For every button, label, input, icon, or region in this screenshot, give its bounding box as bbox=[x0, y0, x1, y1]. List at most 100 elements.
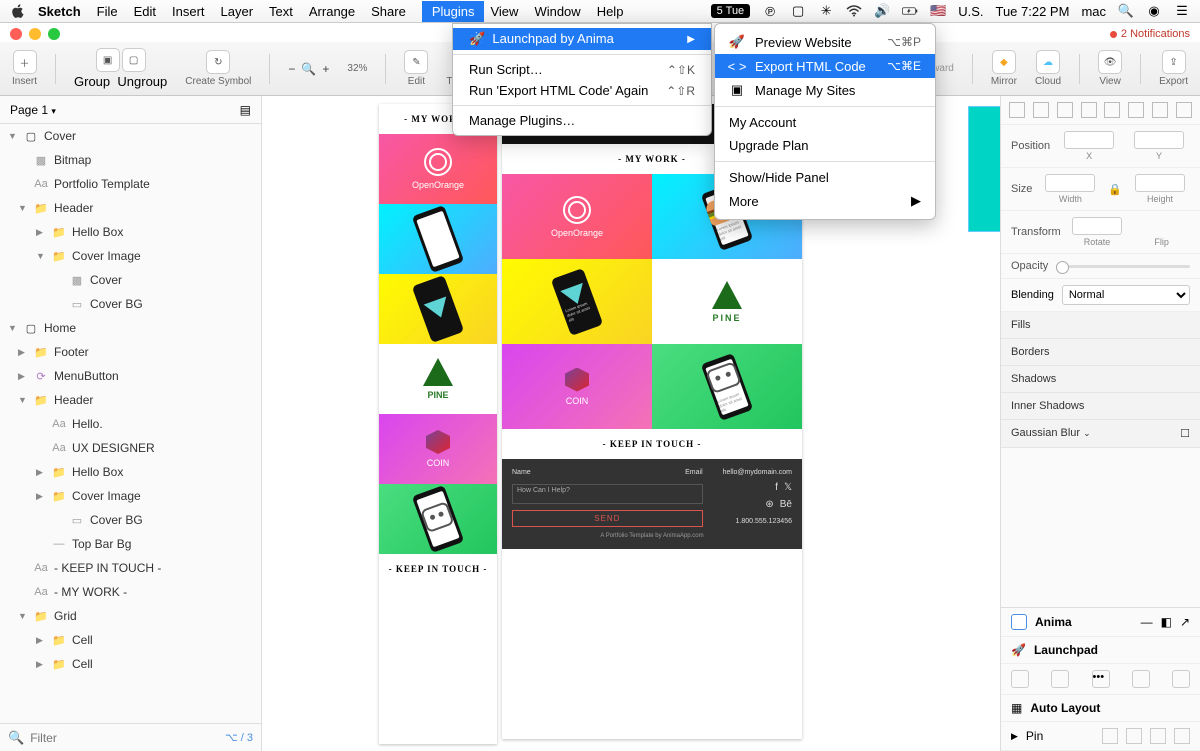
zoom-control[interactable]: − 🔍 + bbox=[288, 62, 329, 76]
minimize-window-button[interactable] bbox=[29, 28, 41, 40]
airplay-icon[interactable]: ▢ bbox=[790, 3, 806, 19]
more-item[interactable]: More ▶ bbox=[715, 189, 935, 213]
y-input[interactable] bbox=[1134, 131, 1184, 149]
disclosure-triangle-icon[interactable]: ▶ bbox=[36, 635, 46, 646]
panel-toggle-icon[interactable]: ▤ bbox=[240, 103, 251, 117]
disclosure-triangle-icon[interactable]: ▶ bbox=[18, 371, 28, 382]
artboard-mobile[interactable]: - MY WORK - OpenOrange PINE COIN - KEEP … bbox=[379, 104, 497, 744]
layer-row[interactable]: Aa- MY WORK - bbox=[0, 580, 261, 604]
width-input[interactable] bbox=[1045, 174, 1095, 192]
lp-icon-5[interactable] bbox=[1172, 670, 1190, 688]
opacity-slider[interactable] bbox=[1056, 265, 1190, 268]
manage-sites-item[interactable]: ▣ Manage My Sites bbox=[715, 78, 935, 102]
align-left-button[interactable] bbox=[1009, 102, 1025, 118]
autolayout-row[interactable]: ▦ Auto Layout bbox=[1001, 695, 1200, 722]
apple-icon[interactable] bbox=[10, 3, 26, 19]
siri-icon[interactable]: ◉ bbox=[1146, 3, 1162, 19]
inner-shadows-header[interactable]: Inner Shadows bbox=[1001, 393, 1200, 420]
bluetooth-icon[interactable]: ✳ bbox=[818, 3, 834, 19]
pin-box-3[interactable] bbox=[1150, 728, 1166, 744]
facebook-icon[interactable]: f bbox=[775, 482, 778, 493]
disclosure-triangle-icon[interactable]: ▶ bbox=[18, 347, 28, 358]
group-button[interactable]: ▣ bbox=[96, 48, 120, 72]
x-input[interactable] bbox=[1064, 131, 1114, 149]
gaussian-blur-header[interactable]: Gaussian Blur ⌄☐ bbox=[1001, 420, 1200, 448]
fills-header[interactable]: Fills bbox=[1001, 312, 1200, 339]
flag-icon[interactable]: 🇺🇸 bbox=[930, 3, 946, 19]
ungroup-button[interactable]: ▢ bbox=[122, 48, 146, 72]
layer-row[interactable]: AaPortfolio Template bbox=[0, 172, 261, 196]
layer-row[interactable]: ▶📁Cell bbox=[0, 628, 261, 652]
dropdown-icon[interactable]: ⌄ bbox=[1083, 428, 1091, 438]
layer-row[interactable]: —Top Bar Bg bbox=[0, 532, 261, 556]
list-icon[interactable]: ☰ bbox=[1174, 3, 1190, 19]
manage-plugins-item[interactable]: Manage Plugins… bbox=[453, 110, 711, 131]
layer-row[interactable]: AaUX DESIGNER bbox=[0, 436, 261, 460]
twitter-icon[interactable]: 𝕏 bbox=[784, 482, 792, 493]
panel-toggle-icon[interactable]: ◧ bbox=[1161, 615, 1172, 629]
layer-row[interactable]: ▶📁Footer bbox=[0, 340, 261, 364]
height-input[interactable] bbox=[1135, 174, 1185, 192]
menu-plugins[interactable]: Plugins bbox=[422, 1, 485, 22]
dribbble-icon[interactable]: ⊛ bbox=[765, 499, 773, 510]
view-button[interactable]: 👁View bbox=[1098, 50, 1122, 87]
clock-label[interactable]: Tue 7:22 PM bbox=[995, 4, 1069, 19]
menu-file[interactable]: File bbox=[97, 4, 118, 19]
user-label[interactable]: mac bbox=[1081, 4, 1106, 19]
disclosure-triangle-icon[interactable]: ▼ bbox=[8, 323, 18, 333]
shadows-header[interactable]: Shadows bbox=[1001, 366, 1200, 393]
plugin-launchpad-item[interactable]: 🚀 Launchpad by Anima ▶ bbox=[453, 28, 711, 50]
layer-row[interactable]: ▼▢Home bbox=[0, 316, 261, 340]
disclosure-triangle-icon[interactable]: ▼ bbox=[18, 395, 28, 405]
send-button[interactable]: SEND bbox=[512, 510, 703, 527]
disclosure-triangle-icon[interactable]: ▼ bbox=[18, 611, 28, 621]
layer-row[interactable]: ▶📁Hello Box bbox=[0, 220, 261, 244]
menu-layer[interactable]: Layer bbox=[221, 4, 254, 19]
zoom-out-icon[interactable]: − bbox=[288, 62, 295, 76]
notifications-indicator[interactable]: 2 Notifications bbox=[1110, 28, 1190, 40]
help-input[interactable]: How Can I Help? bbox=[512, 484, 703, 504]
blending-select[interactable]: Normal bbox=[1062, 285, 1190, 305]
flip-v-button[interactable] bbox=[1163, 217, 1183, 235]
menu-view[interactable]: View bbox=[490, 4, 518, 19]
lp-icon-1[interactable] bbox=[1011, 670, 1029, 688]
mirror-button[interactable]: ◆Mirror bbox=[991, 50, 1017, 87]
disclosure-triangle-icon[interactable]: ▶ bbox=[36, 659, 46, 670]
page-selector[interactable]: Page 1 ▾ ▤ bbox=[0, 96, 261, 124]
flip-h-button[interactable] bbox=[1141, 217, 1161, 235]
align-bottom-button[interactable] bbox=[1128, 102, 1144, 118]
preview-website-item[interactable]: 🚀 Preview Website ⌥⌘P bbox=[715, 30, 935, 54]
disclosure-triangle-icon[interactable]: ▼ bbox=[18, 203, 28, 213]
layer-row[interactable]: ▭Cover BG bbox=[0, 508, 261, 532]
lp-icon-2[interactable] bbox=[1051, 670, 1069, 688]
rotate-input[interactable] bbox=[1072, 217, 1122, 235]
pin-row[interactable]: ▶ Pin bbox=[1001, 722, 1200, 751]
close-window-button[interactable] bbox=[10, 28, 22, 40]
external-icon[interactable]: ↗ bbox=[1180, 615, 1190, 629]
menu-share[interactable]: Share bbox=[371, 4, 406, 19]
disclosure-triangle-icon[interactable]: ▶ bbox=[36, 491, 46, 502]
disclosure-triangle-icon[interactable]: ▼ bbox=[36, 251, 46, 261]
layer-row[interactable]: ▼📁Cover Image bbox=[0, 244, 261, 268]
align-middle-button[interactable] bbox=[1104, 102, 1120, 118]
checkbox-icon[interactable]: ☐ bbox=[1180, 427, 1190, 440]
disclosure-triangle-icon[interactable]: ▼ bbox=[8, 131, 18, 141]
menu-arrange[interactable]: Arrange bbox=[309, 4, 355, 19]
pin-box-1[interactable] bbox=[1102, 728, 1118, 744]
menu-help[interactable]: Help bbox=[597, 4, 624, 19]
disclosure-triangle-icon[interactable]: ▶ bbox=[36, 467, 46, 478]
date-badge[interactable]: 5 Tue bbox=[711, 4, 751, 18]
spotlight-icon[interactable]: 🔍 bbox=[1118, 3, 1134, 19]
layer-row[interactable]: Aa- KEEP IN TOUCH - bbox=[0, 556, 261, 580]
lp-icon-3[interactable]: ••• bbox=[1092, 670, 1110, 688]
export-button[interactable]: ⇪Export bbox=[1159, 50, 1188, 87]
show-hide-panel-item[interactable]: Show/Hide Panel bbox=[715, 166, 935, 189]
lp-icon-4[interactable] bbox=[1132, 670, 1150, 688]
disclosure-triangle-icon[interactable]: ▶ bbox=[36, 227, 46, 238]
anima-panel-header[interactable]: Anima — ◧ ↗ bbox=[1001, 608, 1200, 637]
minimize-icon[interactable]: — bbox=[1141, 615, 1153, 629]
volume-icon[interactable]: 🔊 bbox=[874, 3, 890, 19]
zoom-window-button[interactable] bbox=[48, 28, 60, 40]
layer-row[interactable]: ▼📁Header bbox=[0, 388, 261, 412]
launchpad-row[interactable]: 🚀 Launchpad bbox=[1001, 637, 1200, 664]
